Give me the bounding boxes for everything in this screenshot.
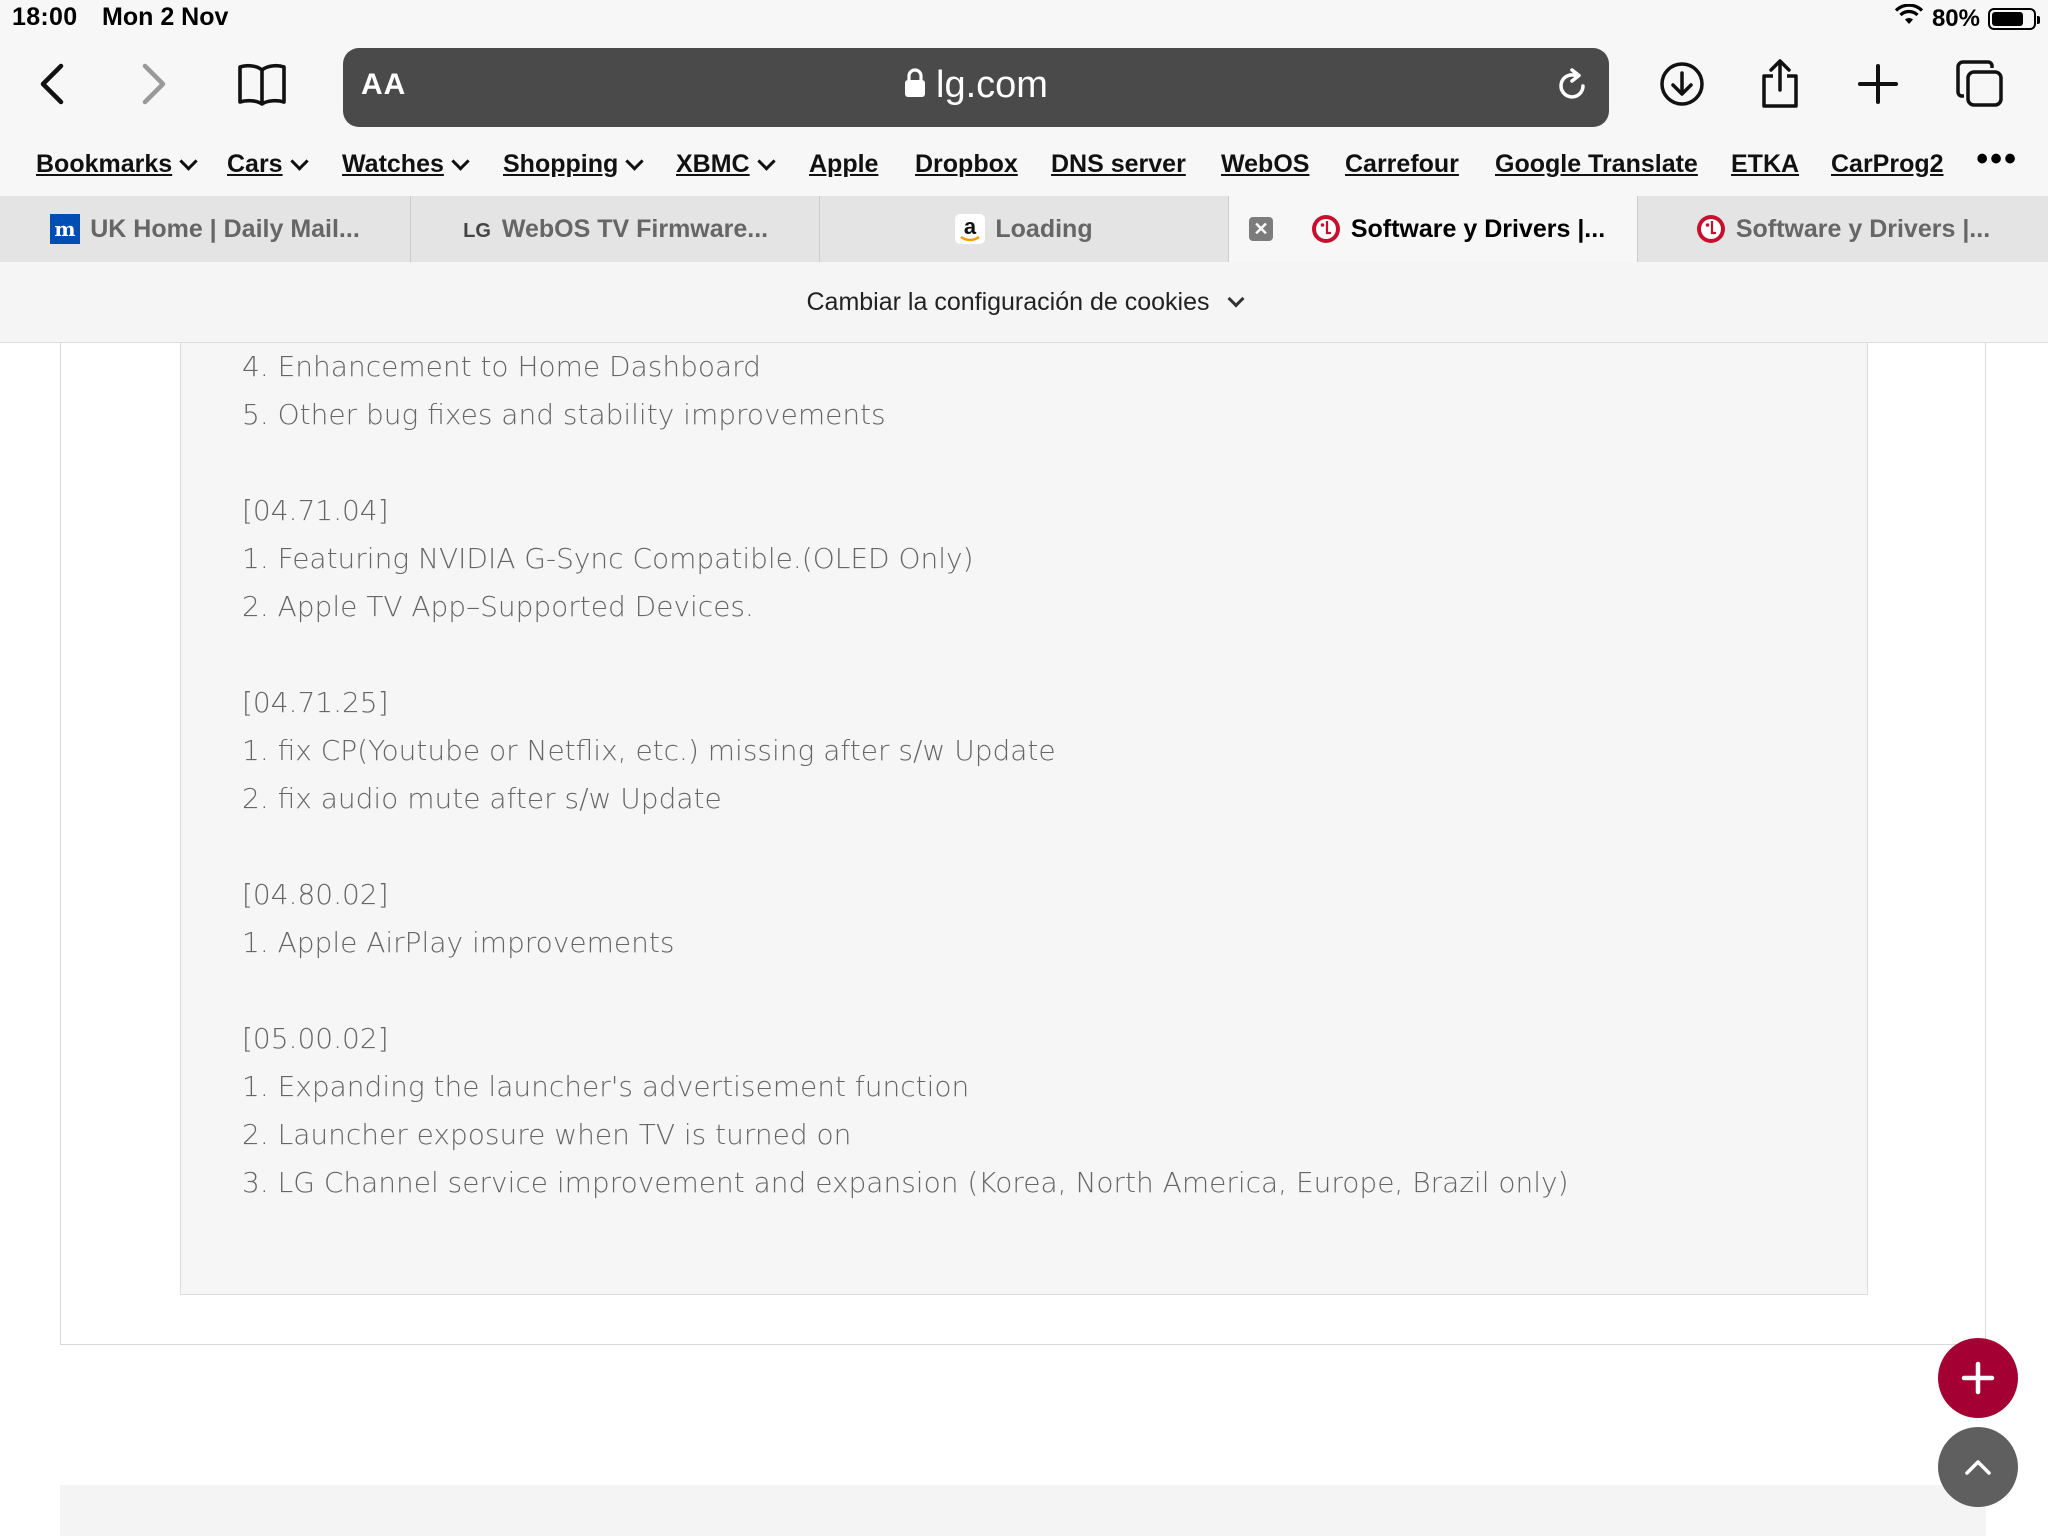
release-note-line: 1. Expanding the launcher's advertisemen… xyxy=(242,1070,970,1103)
bookmark-apple[interactable]: Apple xyxy=(809,150,878,179)
bookmark-folder-cars[interactable]: Cars xyxy=(227,150,309,179)
tab-webos-firmware[interactable]: LG WebOS TV Firmware... xyxy=(411,196,820,262)
bookmark-label: Shopping xyxy=(503,150,619,178)
svg-text:m: m xyxy=(55,217,76,241)
amazon-icon: a xyxy=(955,214,986,244)
chevron-down-icon xyxy=(756,152,776,171)
forward-button[interactable] xyxy=(124,54,184,114)
bookmark-folder-bookmarks[interactable]: Bookmarks xyxy=(36,150,198,179)
bookmark-carprog2[interactable]: CarProg2 xyxy=(1831,150,1944,179)
downloads-icon[interactable] xyxy=(1652,54,1712,114)
status-right: 80% xyxy=(1894,3,2040,33)
release-note-line: 1. Apple AirPlay improvements xyxy=(242,926,675,959)
bookmark-etka[interactable]: ETKA xyxy=(1731,150,1799,179)
bookmark-label: Watches xyxy=(342,150,444,178)
bookmark-webos[interactable]: WebOS xyxy=(1221,150,1309,179)
bookmark-dns-server[interactable]: DNS server xyxy=(1051,150,1186,179)
lg-logo-icon xyxy=(1696,214,1726,244)
status-bar: 18:00 Mon 2 Nov 80% xyxy=(0,0,2048,40)
bookmark-google-translate[interactable]: Google Translate xyxy=(1495,150,1698,179)
bookmark-dropbox[interactable]: Dropbox xyxy=(915,150,1018,179)
tab-bar: m UK Home | Daily Mail... LG WebOS TV Fi… xyxy=(0,196,2048,263)
svg-text:a: a xyxy=(964,214,977,239)
new-tab-plus-icon[interactable] xyxy=(1848,54,1908,114)
chevron-down-icon xyxy=(179,152,198,171)
back-button[interactable] xyxy=(22,54,82,114)
release-note-line: 2. Launcher exposure when TV is turned o… xyxy=(242,1118,852,1151)
bookmark-folder-watches[interactable]: Watches xyxy=(342,150,470,179)
release-note-line: 1. fix CP(Youtube or Netflix, etc.) miss… xyxy=(242,734,1056,767)
reload-icon[interactable] xyxy=(1553,66,1593,111)
dailymail-icon: m xyxy=(50,214,81,244)
tab-software-drivers[interactable]: Software y Drivers |... xyxy=(1638,196,2048,262)
plus-icon xyxy=(1961,1361,1995,1395)
tab-title: UK Home | Daily Mail... xyxy=(90,214,360,243)
release-note-line: [04.71.25] xyxy=(242,686,389,719)
bookmark-label: Cars xyxy=(227,150,283,178)
svg-text:LG: LG xyxy=(463,220,491,242)
bookmarks-book-icon[interactable] xyxy=(232,54,292,114)
tab-title: Software y Drivers |... xyxy=(1735,214,1991,243)
wifi-icon xyxy=(1894,3,1924,33)
lg-icon: LG xyxy=(462,214,492,244)
close-tab-icon[interactable]: ✕ xyxy=(1249,217,1273,241)
address-bar[interactable]: AA lg.com xyxy=(343,48,1609,127)
share-icon[interactable] xyxy=(1750,54,1810,114)
more-bookmarks-icon[interactable]: ••• xyxy=(1976,140,2018,179)
chevron-down-icon xyxy=(289,152,309,171)
tab-daily-mail[interactable]: m UK Home | Daily Mail... xyxy=(0,196,411,262)
chevron-down-icon xyxy=(451,152,470,171)
chevron-up-icon xyxy=(1965,1460,1991,1475)
status-date: Mon 2 Nov xyxy=(102,3,229,31)
release-note-line: 2. fix audio mute after s/w Update xyxy=(242,782,722,815)
tab-title: Software y Drivers |... xyxy=(1350,214,1606,243)
bookmark-folder-xbmc[interactable]: XBMC xyxy=(676,150,776,179)
release-note-line: 2. Apple TV App–Supported Devices. xyxy=(242,590,754,623)
url-display[interactable]: lg.com xyxy=(343,64,1609,108)
footer-section xyxy=(60,1485,1986,1536)
bookmark-folder-shopping[interactable]: Shopping xyxy=(503,150,644,179)
release-note-line: [04.71.04] xyxy=(242,494,389,527)
bookmarks-bar: Bookmarks Cars Watches Shopping XBMC App… xyxy=(0,140,2048,196)
release-note-line: 1. Featuring NVIDIA G-Sync Compatible.(O… xyxy=(242,542,974,575)
release-notes: 4. Enhancement to Home Dashboard 5. Other… xyxy=(242,343,1569,1207)
release-note-line: 3. LG Channel service improvement and ex… xyxy=(242,1166,1569,1199)
bookmark-carrefour[interactable]: Carrefour xyxy=(1345,150,1459,179)
cookie-settings-banner[interactable]: Cambiar la configuración de cookies xyxy=(0,262,2048,343)
release-note-line: [05.00.02] xyxy=(242,1022,389,1055)
cookie-settings-label: Cambiar la configuración de cookies xyxy=(806,287,1210,316)
battery-fill xyxy=(1992,11,2024,26)
release-note-line: [04.80.02] xyxy=(242,878,389,911)
url-text: lg.com xyxy=(936,64,1048,106)
battery-percent: 80% xyxy=(1931,4,1980,32)
bookmark-label: XBMC xyxy=(676,150,750,178)
add-floating-button[interactable] xyxy=(1938,1338,2018,1418)
release-note-line: 5. Other bug fixes and stability improve… xyxy=(242,398,886,431)
lock-icon xyxy=(904,65,926,108)
tab-title: Loading xyxy=(995,214,1093,243)
chevron-down-icon xyxy=(1227,290,1244,308)
chevron-down-icon xyxy=(625,152,644,171)
lg-logo-icon xyxy=(1311,214,1341,244)
status-time: 18:00 xyxy=(12,3,78,31)
bookmark-label: Bookmarks xyxy=(36,150,173,178)
browser-toolbar: AA lg.com xyxy=(0,40,2048,140)
tab-software-drivers-active[interactable]: ✕ Software y Drivers |... xyxy=(1229,196,1638,262)
page-content: 4. Enhancement to Home Dashboard 5. Other… xyxy=(0,343,2048,1536)
release-note-line: 4. Enhancement to Home Dashboard xyxy=(242,350,761,383)
tab-amazon-loading[interactable]: a Loading xyxy=(820,196,1229,262)
tab-title: WebOS TV Firmware... xyxy=(501,214,769,243)
tab-overview-icon[interactable] xyxy=(1950,54,2010,114)
battery-icon xyxy=(1988,7,2040,30)
scroll-to-top-button[interactable] xyxy=(1938,1427,2018,1507)
